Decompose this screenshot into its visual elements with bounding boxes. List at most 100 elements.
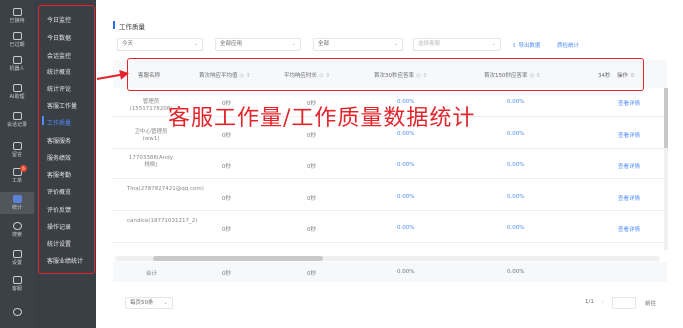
quality-stats-link[interactable]: 质检统计	[557, 41, 579, 49]
total-row	[113, 262, 667, 282]
row-150s-rate: 0.00%	[507, 194, 525, 200]
view-details-link[interactable]: 查看详情	[618, 131, 640, 139]
search-icon	[12, 222, 22, 230]
record-icon	[12, 112, 22, 120]
row-150s-rate: 0.00%	[507, 99, 525, 105]
group-select[interactable]: 全部 ⌄	[313, 38, 403, 51]
row-150s-rate: 0.00%	[507, 225, 525, 231]
rail-item-message[interactable]: 留言	[0, 142, 34, 158]
row-150s-rate: 0.00%	[507, 162, 525, 168]
header-highlight-box	[127, 58, 644, 91]
view-details-link[interactable]: 查看详情	[618, 162, 640, 170]
rail-label: 设置	[11, 260, 22, 266]
date-select[interactable]: 今天 ⌄	[117, 38, 203, 51]
row-agent-name: Tina(2787827421@qq.com)	[127, 186, 204, 192]
chevron-down-icon: ⌄	[491, 41, 496, 47]
notification-badge: 6	[20, 165, 27, 172]
total-label: 合计	[146, 271, 158, 277]
row-divider	[113, 178, 667, 179]
gear-icon	[12, 308, 22, 316]
agent-icon	[12, 276, 22, 284]
menu-item-attendance[interactable]: 客服考勤	[47, 170, 71, 179]
total-150s-rate: 0.00%	[507, 269, 525, 275]
scroll-thumb[interactable]	[153, 256, 323, 261]
rail-item-robot[interactable]: 机器人	[0, 56, 34, 72]
rail-item-settings[interactable]: 设置	[0, 250, 34, 266]
menu-item-stats-settings[interactable]: 统计设置	[47, 239, 71, 248]
rail-item-agent[interactable]: 客服	[0, 276, 34, 292]
menu-item-work-quality[interactable]: 工作质量	[47, 118, 71, 127]
page-info: 1/1 ›	[585, 299, 604, 305]
menu-item-review-overview[interactable]: 评价概览	[47, 187, 71, 196]
menu-active-indicator	[42, 116, 44, 125]
page-size-value: 每页50条	[130, 300, 154, 306]
rail-item-stats[interactable]: 统计	[0, 192, 34, 214]
annotation-arrowhead	[119, 68, 130, 80]
rail-label: AI助理	[9, 94, 25, 100]
chevron-down-icon: ⌄	[291, 41, 296, 47]
view-details-link[interactable]: 查看详情	[618, 225, 640, 233]
goto-page-button[interactable]: 前往	[645, 299, 656, 307]
rail-label: 搜索	[11, 232, 22, 238]
rail-item-received[interactable]: 已接待	[0, 8, 34, 24]
scroll-thumb[interactable]	[664, 88, 668, 148]
upload-icon: ⇪	[512, 43, 517, 49]
settings-icon	[12, 250, 22, 258]
chevron-down-icon: ⌄	[393, 41, 398, 47]
row-first-response: 0秒	[222, 227, 231, 233]
view-details-link[interactable]: 查看详情	[618, 99, 640, 107]
row-150s-rate: 0.00%	[507, 131, 525, 137]
rail-item-ai[interactable]: AI助理	[0, 84, 34, 100]
rail-label: 工单	[11, 178, 22, 184]
row-agent-name: candice(18771031217_2)	[127, 218, 198, 224]
app-select[interactable]: 全部应用 ⌄	[215, 38, 301, 51]
menu-item-performance[interactable]: 服务绩效	[47, 153, 71, 162]
table-vertical-scrollbar[interactable]	[664, 88, 668, 250]
chevron-right-icon[interactable]: ›	[602, 299, 604, 305]
row-divider	[113, 242, 667, 243]
date-select-value: 今天	[122, 41, 134, 47]
page-size-select[interactable]: 每页50条 ⌄	[125, 297, 173, 309]
stats-icon	[12, 195, 22, 203]
menu-item-agent-service[interactable]: 客服服务	[47, 136, 71, 145]
rail-item-gear[interactable]	[0, 308, 34, 318]
menu-item-session-monitor[interactable]: 会话监控	[47, 51, 71, 60]
menu-item-agent-sales[interactable]: 客服业绩统计	[47, 256, 83, 265]
chevron-down-icon: ⌄	[193, 41, 198, 47]
robot-icon	[12, 56, 22, 64]
row-30s-rate: 0.00%	[397, 194, 415, 200]
clock-icon	[12, 32, 22, 40]
row-first-response: 0秒	[222, 196, 231, 202]
agent-select[interactable]: 选择客服 ⌄	[413, 38, 501, 51]
menu-item-today-monitor[interactable]: 今日监控	[47, 15, 71, 24]
rail-label: 机器人	[9, 66, 25, 72]
rail-item-ticket[interactable]: 6 工单	[0, 165, 34, 184]
menu-item-workload[interactable]: 客服工作量	[47, 101, 77, 110]
menu-item-stats-overview[interactable]: 统计概览	[47, 67, 71, 76]
rail-item-expired[interactable]: 已过期	[0, 32, 34, 48]
menu-item-operation-log[interactable]: 操作记录	[47, 222, 71, 231]
row-first-response: 0秒	[222, 133, 231, 139]
chevron-down-icon: ⌄	[163, 300, 168, 306]
menu-item-review-feedback[interactable]: 评价反馈	[47, 205, 71, 214]
total-first-response: 0秒	[222, 271, 231, 277]
row-first-response: 0秒	[222, 164, 231, 170]
view-details-link[interactable]: 查看详情	[618, 194, 640, 202]
rail-item-search[interactable]: 搜索	[0, 222, 34, 238]
row-avg-response: 0秒	[307, 227, 316, 233]
table-horizontal-scrollbar[interactable]	[115, 256, 660, 261]
total-avg-response: 0秒	[307, 271, 316, 277]
total-30s-rate: 0.00%	[397, 269, 415, 275]
message-icon	[12, 142, 22, 150]
row-30s-rate: 0.00%	[397, 162, 415, 168]
menu-item-stats-comment[interactable]: 统计评论	[47, 84, 71, 93]
agent-select-placeholder: 选择客服	[418, 41, 441, 47]
rail-item-record[interactable]: 会话记录	[0, 112, 34, 128]
rail-label: 留言	[11, 152, 22, 158]
rail-label: 统计	[11, 205, 22, 211]
row-avg-response: 0秒	[307, 164, 316, 170]
menu-item-today-data[interactable]: 今日数据	[47, 33, 71, 42]
export-button[interactable]: ⇪ 导出数据	[512, 41, 540, 49]
goto-page-input[interactable]	[612, 297, 636, 309]
page-title: 工作质量	[119, 23, 145, 31]
